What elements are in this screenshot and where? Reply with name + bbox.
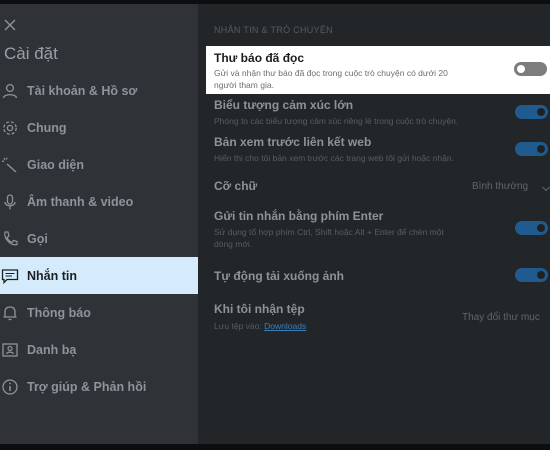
receive-files-description: Lưu tệp vào: Downloads xyxy=(214,320,306,332)
enter-to-send-title: Gửi tin nhắn bằng phím Enter xyxy=(214,209,384,223)
read-receipts-card: Thư báo đã đọc Gửi và nhận thư báo đã đọ… xyxy=(206,46,550,94)
window-bottom-edge xyxy=(0,444,550,450)
settings-title: Cài đặt xyxy=(4,44,58,63)
sidebar-item-label: Chung xyxy=(27,120,67,135)
sidebar-item-contacts[interactable]: Danh bạ xyxy=(0,331,198,368)
sidebar-item-appearance[interactable]: Giao diện xyxy=(0,146,198,183)
sidebar-item-label: Âm thanh & video xyxy=(27,194,134,209)
downloads-folder-link[interactable]: Downloads xyxy=(264,321,306,331)
receive-files-title: Khi tôi nhận tệp xyxy=(214,302,305,316)
read-receipts-title: Thư báo đã đọc xyxy=(214,51,305,65)
enter-to-send-description-line1: Sử dụng tổ hợp phím Ctrl, Shift hoặc Alt… xyxy=(214,227,444,237)
sidebar-item-notifications[interactable]: Thông báo xyxy=(0,294,198,331)
person-icon xyxy=(1,82,19,100)
phone-icon xyxy=(1,230,19,248)
toggle-knob xyxy=(537,108,545,116)
sidebar-item-account[interactable]: Tài khoản & Hồ sơ xyxy=(0,72,198,109)
link-preview-toggle[interactable] xyxy=(515,142,548,156)
toggle-knob xyxy=(537,145,545,153)
read-receipts-description: Gửi và nhận thư báo đã đọc trong cuộc tr… xyxy=(214,67,448,91)
settings-sidebar: Cài đặt Tài khoản & Hồ sơ Chung Giao diệ… xyxy=(0,4,198,444)
sidebar-item-label: Nhắn tin xyxy=(27,268,77,283)
sidebar-item-label: Giao diện xyxy=(27,157,84,172)
save-location-label: Lưu tệp vào: xyxy=(214,321,262,331)
microphone-icon xyxy=(1,193,19,211)
toggle-knob xyxy=(537,224,545,232)
sidebar-item-audio-video[interactable]: Âm thanh & video xyxy=(0,183,198,220)
read-receipts-toggle[interactable] xyxy=(514,62,547,76)
close-button[interactable] xyxy=(3,18,17,32)
font-size-select[interactable]: Bình thường xyxy=(472,181,528,192)
read-receipts-description-line1: Gửi và nhận thư báo đã đọc trong cuộc tr… xyxy=(214,68,448,78)
link-preview-title: Bản xem trước liên kết web xyxy=(214,135,372,149)
gear-icon xyxy=(1,119,19,137)
sidebar-item-label: Danh bạ xyxy=(27,342,77,357)
auto-download-title: Tự động tải xuống ảnh xyxy=(214,269,345,283)
font-size-title: Cỡ chữ xyxy=(214,179,258,193)
sidebar-item-label: Gọi xyxy=(27,231,48,246)
read-receipts-description-line2: người tham gia. xyxy=(214,80,274,90)
toggle-knob xyxy=(517,65,525,73)
chevron-down-icon xyxy=(542,186,550,192)
sidebar-item-label: Thông báo xyxy=(27,305,91,320)
sidebar-item-label: Tài khoản & Hồ sơ xyxy=(27,83,138,98)
link-preview-description: Hiển thị cho tôi bản xem trước các trang… xyxy=(214,153,454,163)
close-icon xyxy=(4,19,16,31)
wand-icon xyxy=(1,156,19,174)
sidebar-item-messaging[interactable]: Nhắn tin xyxy=(0,257,198,294)
contact-card-icon xyxy=(1,341,19,359)
chat-icon xyxy=(1,267,19,285)
sidebar-item-help[interactable]: Trợ giúp & Phản hồi xyxy=(0,368,198,405)
info-icon xyxy=(1,378,19,396)
enter-to-send-description-line2: dòng mới. xyxy=(214,239,253,249)
large-emoticons-toggle[interactable] xyxy=(515,105,548,119)
enter-to-send-toggle[interactable] xyxy=(515,221,548,235)
auto-download-toggle[interactable] xyxy=(515,268,548,282)
change-folder-button[interactable]: Thay đổi thư mục xyxy=(462,312,540,323)
sidebar-item-calling[interactable]: Gọi xyxy=(0,220,198,257)
toggle-knob xyxy=(537,271,545,279)
large-emoticons-title: Biểu tượng cảm xúc lớn xyxy=(214,98,354,112)
section-title: NHẮN TIN & TRÒ CHUYỆN xyxy=(214,25,333,35)
sidebar-item-label: Trợ giúp & Phản hồi xyxy=(27,379,147,394)
bell-icon xyxy=(1,304,19,322)
large-emoticons-description: Phóng to các biểu tượng cảm xúc riêng lẻ… xyxy=(214,116,459,126)
sidebar-item-general[interactable]: Chung xyxy=(0,109,198,146)
